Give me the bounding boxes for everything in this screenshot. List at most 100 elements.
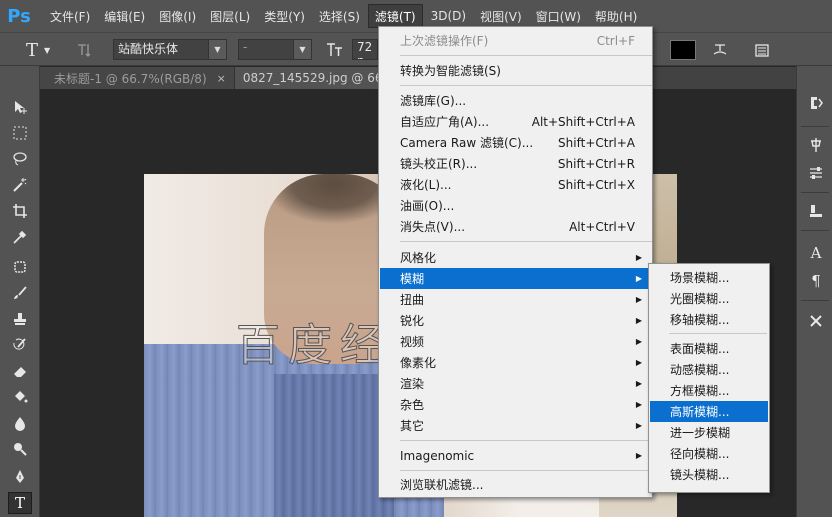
blur-tool-icon[interactable] [8,412,32,434]
menu-item-label: 转换为智能滤镜(S) [400,64,501,78]
text-color-swatch[interactable] [670,40,696,60]
menu-item-blur-more[interactable]: 进一步模糊 [650,422,768,443]
menu-item-lens-correction[interactable]: 镜头校正(R)... Shift+Ctrl+R [380,153,651,174]
type-tool-glyph: T [26,39,39,61]
menu-item-oil-paint[interactable]: 油画(O)... [380,195,651,216]
menu-image[interactable]: 图像(I) [153,4,202,28]
menu-view[interactable]: 视图(V) [474,4,528,28]
menu-item-sharpen[interactable]: 锐化 ▶ [380,310,651,331]
panel-separator [801,126,829,127]
menu-separator [669,333,767,334]
chevron-down-icon: ▼ [293,40,311,59]
menu-item-lens-blur[interactable]: 镜头模糊... [650,464,768,485]
menu-item-label: 上次滤镜操作(F) [400,34,489,48]
font-family-select[interactable]: 站酷快乐体 ▼ [113,39,227,60]
menu-item-video[interactable]: 视频 ▶ [380,331,651,352]
submenu-arrow-icon: ▶ [635,400,642,409]
menu-item-label: 浏览联机滤镜... [400,478,484,492]
menu-item-pixelate[interactable]: 像素化 ▶ [380,352,651,373]
paint-bucket-icon[interactable] [8,386,32,408]
type-tool-icon[interactable]: T [8,492,32,514]
menu-help[interactable]: 帮助(H) [589,4,643,28]
menu-item-blur[interactable]: 模糊 ▶ [380,268,651,289]
brush-tool-icon[interactable] [8,282,32,304]
clone-stamp-icon[interactable] [8,308,32,330]
history-brush-icon[interactable] [8,334,32,356]
character-panel-icon[interactable] [754,39,774,61]
filter-menu: 上次滤镜操作(F) Ctrl+F 转换为智能滤镜(S) 滤镜库(G)... 自适… [378,26,653,498]
eyedropper-icon[interactable] [8,226,32,248]
menu-item-gaussian-blur[interactable]: 高斯模糊... [650,401,768,422]
tool-presets-icon[interactable] [805,310,827,332]
font-size-field[interactable]: 72 p [352,39,378,60]
menu-edit[interactable]: 编辑(E) [98,4,151,28]
menu-item-camera-raw[interactable]: Camera Raw 滤镜(C)... Shift+Ctrl+A [380,132,651,153]
eraser-icon[interactable] [8,360,32,382]
paragraph-panel-icon[interactable]: ¶ [805,270,827,292]
pen-tool-icon[interactable] [8,466,32,488]
tools-panel: T [0,66,40,517]
menu-item-label: 渲染 [400,377,425,391]
menu-separator [400,241,652,242]
menu-item-adaptive-wide-angle[interactable]: 自适应广角(A)... Alt+Shift+Ctrl+A [380,111,651,132]
menu-item-stylize[interactable]: 风格化 ▶ [380,247,651,268]
menu-item-surface-blur[interactable]: 表面模糊... [650,338,768,359]
menu-item-label: 扭曲 [400,293,425,307]
menu-item-motion-blur[interactable]: 动感模糊... [650,359,768,380]
watermark-text: 百度经 [236,320,392,372]
layers-panel-icon[interactable] [805,200,827,222]
menu-separator [400,55,652,56]
menu-item-liquify[interactable]: 液化(L)... Shift+Ctrl+X [380,174,651,195]
dodge-tool-icon[interactable] [8,438,32,460]
menu-item-distort[interactable]: 扭曲 ▶ [380,289,651,310]
lasso-tool-icon[interactable] [8,148,32,170]
magic-wand-icon[interactable] [8,174,32,196]
menu-item-field-blur[interactable]: 场景模糊... [650,267,768,288]
menu-file[interactable]: 文件(F) [44,4,96,28]
adjustments-panel-icon[interactable] [805,134,827,156]
type-tool-preset[interactable]: T ▼ [26,39,50,61]
menu-3d[interactable]: 3D(D) [425,4,472,28]
history-panel-icon[interactable] [805,92,827,114]
menu-item-convert-smart-filter[interactable]: 转换为智能滤镜(S) [380,60,651,81]
menu-item-label: Camera Raw 滤镜(C)... [400,136,534,150]
font-style-select[interactable]: - ▼ [238,39,312,60]
menu-item-imagenomic[interactable]: Imagenomic ▶ [380,445,651,466]
panel-separator [801,230,829,231]
submenu-arrow-icon: ▶ [635,337,642,346]
menu-item-vanishing-point[interactable]: 消失点(V)... Alt+Ctrl+V [380,216,651,237]
menu-item-other[interactable]: 其它 ▶ [380,415,651,436]
healing-brush-icon[interactable] [8,256,32,278]
menu-item-box-blur[interactable]: 方框模糊... [650,380,768,401]
tab-untitled-1[interactable]: 未标题-1 @ 66.7%(RGB/8) × [40,67,235,89]
menu-window[interactable]: 窗口(W) [530,4,587,28]
menu-item-browse-online-filters[interactable]: 浏览联机滤镜... [380,474,651,495]
panel-grip[interactable] [4,72,36,78]
character-panel-icon[interactable]: A [805,242,827,264]
menu-item-render[interactable]: 渲染 ▶ [380,373,651,394]
menu-item-iris-blur[interactable]: 光圈模糊... [650,288,768,309]
menu-item-label: 消失点(V)... [400,220,466,234]
right-panel-dock: A ¶ [796,66,832,517]
close-icon[interactable]: × [217,72,226,85]
menu-item-label: 风格化 [400,251,437,265]
menu-item-filter-gallery[interactable]: 滤镜库(G)... [380,90,651,111]
menu-item-label: 模糊 [400,272,425,286]
crop-tool-icon[interactable] [8,200,32,222]
font-size-value: 72 p [357,40,373,59]
properties-panel-icon[interactable] [805,162,827,184]
marquee-tool-icon[interactable] [8,122,32,144]
warp-text-icon[interactable] [712,39,732,61]
menu-item-last-filter[interactable]: 上次滤镜操作(F) Ctrl+F [380,30,651,51]
menu-filter[interactable]: 滤镜(T) [367,4,423,28]
blur-submenu: 场景模糊... 光圈模糊... 移轴模糊... 表面模糊... 动感模糊... … [648,263,770,493]
menu-select[interactable]: 选择(S) [313,4,366,28]
menu-item-radial-blur[interactable]: 径向模糊... [650,443,768,464]
menu-type[interactable]: 类型(Y) [258,4,311,28]
menu-layer[interactable]: 图层(L) [204,4,256,28]
text-orientation-icon[interactable] [76,39,96,61]
font-size-icon [326,39,344,61]
menu-item-tilt-shift[interactable]: 移轴模糊... [650,309,768,330]
move-tool-icon[interactable] [8,96,32,118]
menu-item-noise[interactable]: 杂色 ▶ [380,394,651,415]
